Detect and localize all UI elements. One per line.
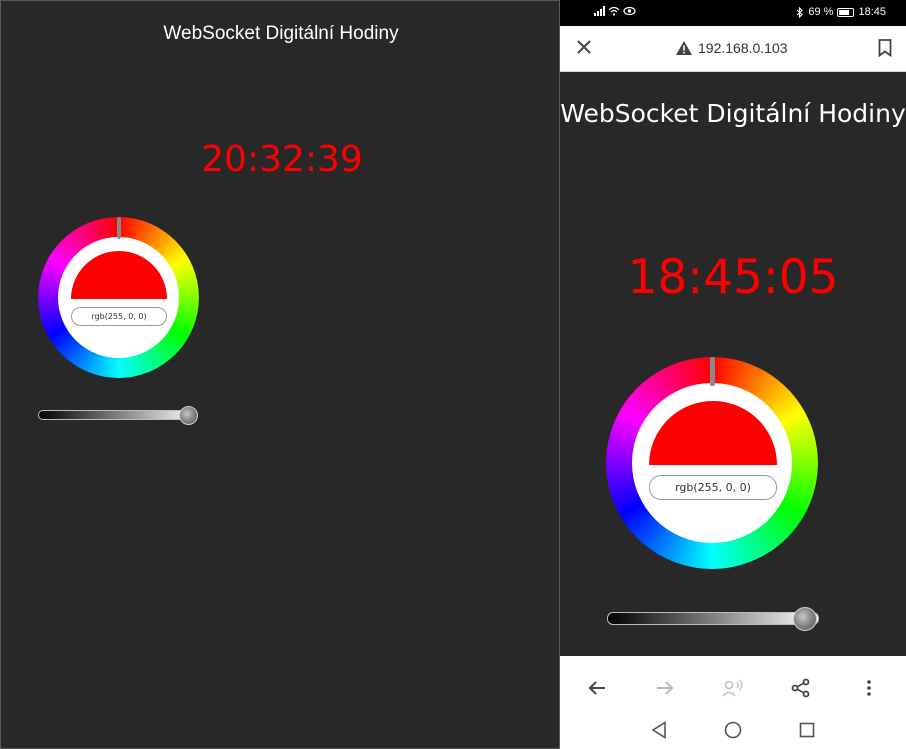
arrow-forward-icon[interactable] [651,674,679,702]
nav-recents-icon[interactable] [795,718,819,742]
close-icon[interactable] [574,38,594,58]
color-wheel[interactable]: rgb(255, 0, 0) [38,217,199,378]
status-bar: 69 % 18:45 [560,0,906,26]
battery-percent: 69 % [808,6,834,18]
system-nav-bar [560,718,906,744]
rgb-value-field[interactable]: rgb(255, 0, 0) [71,307,167,326]
phone-view: 69 % 18:45 192.168.0.103 WebSocket Digit… [560,0,906,749]
brightness-slider[interactable] [607,606,821,632]
page-title: WebSocket Digitální Hodiny [560,99,906,128]
brightness-slider-track[interactable] [38,410,198,420]
brightness-slider-track[interactable] [607,612,819,625]
battery-icon [837,7,855,17]
nav-home-icon[interactable] [721,718,745,742]
brightness-slider[interactable] [38,406,200,426]
more-vert-icon[interactable] [855,674,883,702]
wifi-icon [608,6,620,16]
eye-icon [623,6,636,16]
page-title: WebSocket Digitální Hodiny [163,23,399,44]
browser-toolbar [560,674,906,702]
url-text: 192.168.0.103 [698,40,788,56]
desktop-view: WebSocket Digitální Hodiny 20:32:39 rgb(… [0,0,560,749]
signal-icon [594,6,605,16]
share-icon[interactable] [787,674,815,702]
browser-bottom-bar [560,656,906,749]
bluetooth-icon [797,6,804,18]
digital-clock: 20:32:39 [201,139,363,180]
nav-back-icon[interactable] [647,718,671,742]
address-field[interactable]: 192.168.0.103 [676,40,788,56]
hue-marker[interactable] [117,217,121,239]
warning-icon [676,41,692,55]
hue-marker[interactable] [710,357,715,386]
rgb-value-field[interactable]: rgb(255, 0, 0) [649,475,777,500]
status-time: 18:45 [858,6,886,18]
arrow-back-icon[interactable] [583,674,611,702]
color-wheel[interactable]: rgb(255, 0, 0) [606,357,818,569]
browser-url-bar: 192.168.0.103 [560,26,906,72]
brightness-slider-knob[interactable] [179,406,198,425]
digital-clock: 18:45:05 [627,250,839,305]
bookmark-icon[interactable] [878,39,892,57]
brightness-slider-knob[interactable] [793,607,817,631]
read-aloud-icon[interactable] [719,674,747,702]
